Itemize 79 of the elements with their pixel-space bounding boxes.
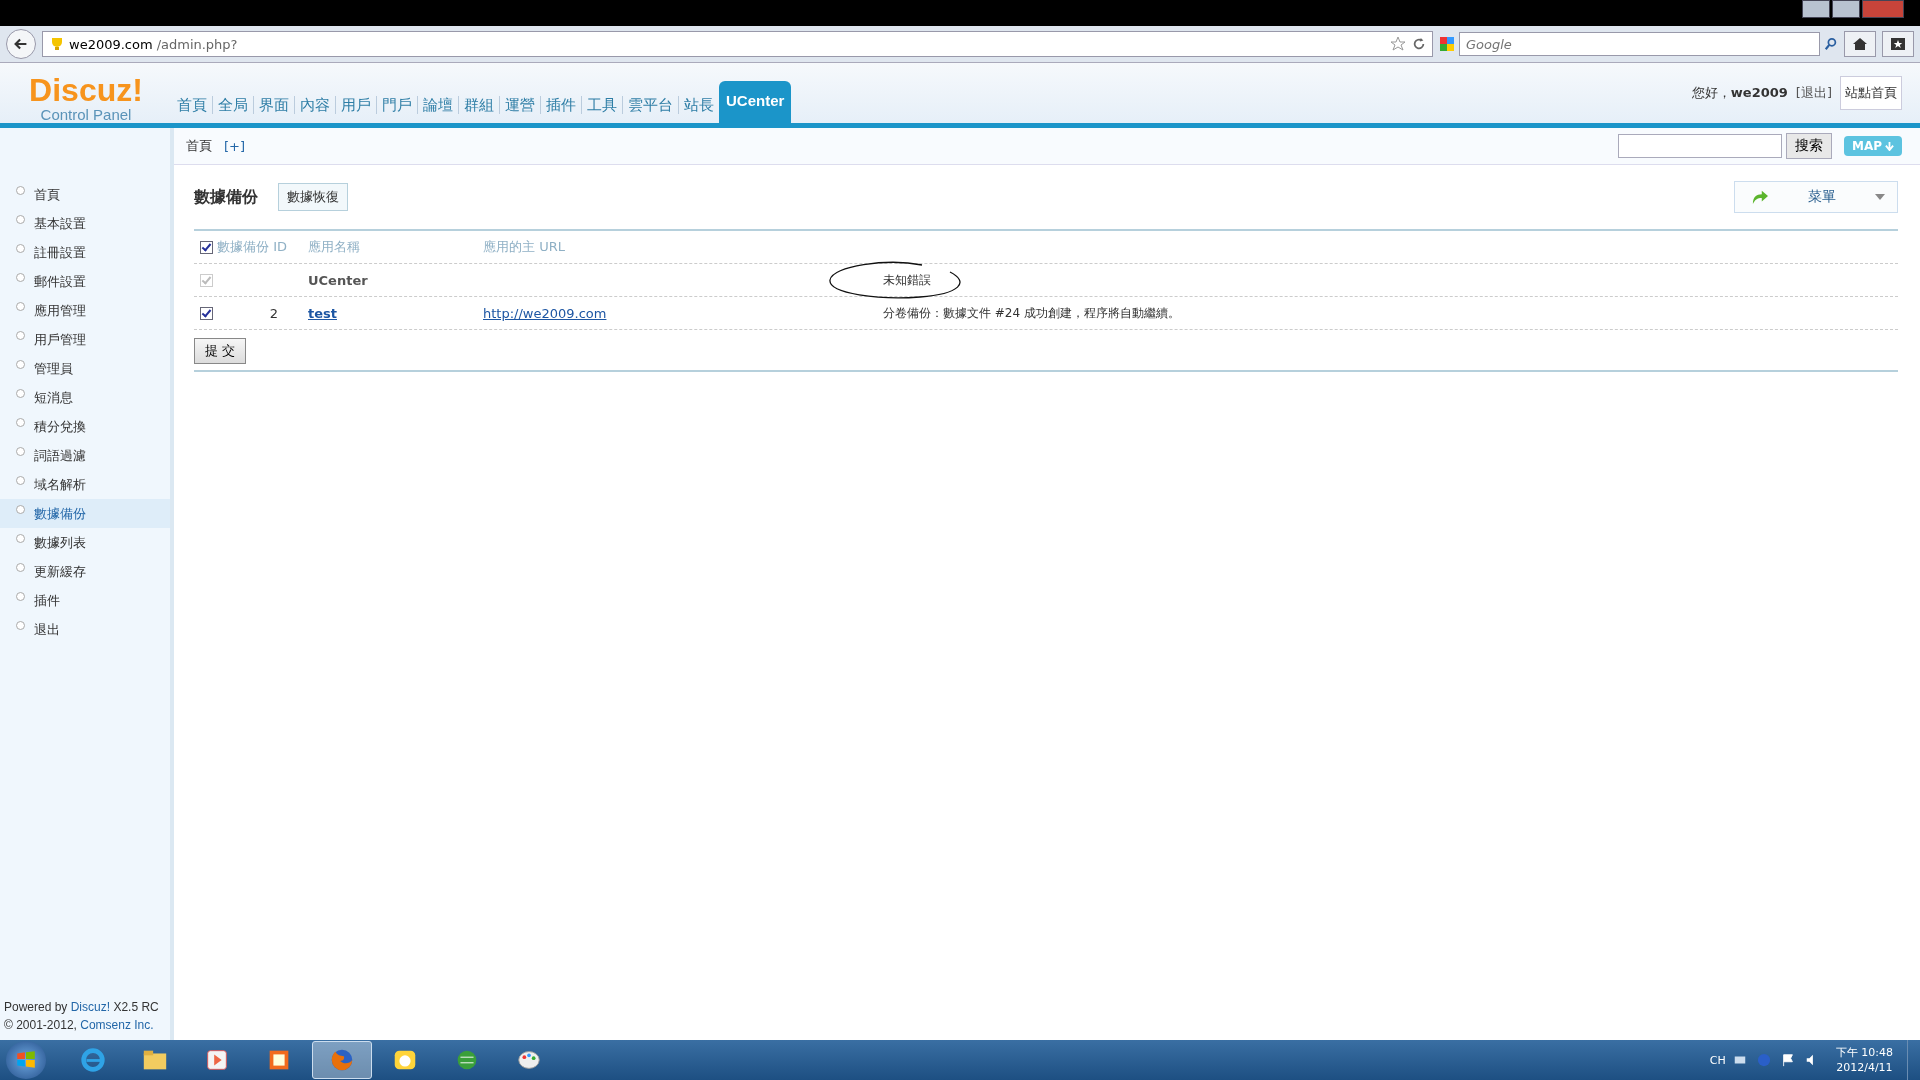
star-icon[interactable] — [1390, 36, 1406, 52]
powered-by-text: Powered by Discuz! X2.5 RC — [4, 999, 160, 1016]
app-url-link[interactable]: http://we2009.com — [483, 305, 607, 321]
down-arrow-icon — [1885, 141, 1894, 151]
caret-icon — [1875, 194, 1885, 200]
nav-tab[interactable]: 論壇 — [418, 87, 458, 123]
nav-tab[interactable]: 站長 — [679, 87, 719, 123]
company-link[interactable]: Comsenz Inc. — [80, 1018, 154, 1032]
sidebar-item[interactable]: 用戶管理 — [0, 325, 170, 354]
nav-tab[interactable]: 內容 — [295, 87, 335, 123]
nav-tab[interactable]: 雲平台 — [623, 87, 678, 123]
start-button[interactable] — [6, 1041, 46, 1079]
sidebar-item[interactable]: 域名解析 — [0, 470, 170, 499]
reload-icon[interactable] — [1412, 37, 1426, 51]
sidebar-item[interactable]: 更新緩存 — [0, 557, 170, 586]
column-header: 應用的主 URL — [483, 238, 566, 256]
search-input[interactable] — [1617, 134, 1782, 158]
clock[interactable]: 下午 10:48 2012/4/11 — [1835, 1045, 1893, 1075]
trophy-icon — [49, 36, 65, 52]
browser-e-icon — [79, 1046, 107, 1074]
restore-tab[interactable]: 數據恢復 — [278, 183, 348, 211]
nav-tab[interactable]: 全局 — [213, 87, 253, 123]
app-name: UCenter — [308, 272, 368, 288]
sidebar-item[interactable]: 積分兌換 — [0, 412, 170, 441]
nav-tab[interactable]: 首頁 — [172, 87, 212, 123]
address-bar[interactable]: we2009.com /admin.php? — [42, 31, 1433, 57]
logo-subtitle: Control Panel — [40, 105, 132, 123]
status-message: 分卷備份：數據文件 #24 成功創建，程序將自動繼續。 — [883, 305, 1180, 320]
greeting: 您好，we2009 — [1691, 84, 1788, 102]
add-shortcut-link[interactable]: [+] — [224, 138, 246, 154]
search-field[interactable]: Google — [1459, 32, 1820, 56]
back-button[interactable] — [6, 29, 36, 59]
nav-tab[interactable]: 運營 — [500, 87, 540, 123]
sidebar-item[interactable]: 短消息 — [0, 383, 170, 412]
logo-title: Discuz! — [29, 73, 143, 106]
sidebar-item[interactable]: 郵件設置 — [0, 267, 170, 296]
submit-button[interactable]: 提 交 — [194, 338, 247, 364]
home-button[interactable] — [1844, 31, 1876, 57]
menu-dropdown[interactable]: 菜單 — [1734, 181, 1898, 213]
bookmarks-button[interactable] — [1882, 31, 1914, 57]
curved-arrow-icon — [1751, 189, 1769, 205]
sidebar-item[interactable]: 數據列表 — [0, 528, 170, 557]
column-header: 數據備份 ID — [217, 238, 287, 256]
sidebar-item[interactable]: 管理員 — [0, 354, 170, 383]
house-icon — [1852, 36, 1868, 52]
sidebar-item[interactable]: 退出 — [0, 615, 170, 644]
app-name-link[interactable]: test — [308, 305, 337, 321]
sidebar-item[interactable]: 數據備份 — [0, 499, 170, 528]
language-indicator[interactable]: CH — [1709, 1053, 1726, 1067]
status-message: 未知錯誤 — [883, 272, 931, 287]
search-button[interactable]: 搜索 — [1785, 133, 1832, 159]
breadcrumb-link[interactable]: 首頁 — [186, 137, 212, 155]
sidebar-item[interactable]: 應用管理 — [0, 296, 170, 325]
nav-tab[interactable]: 群組 — [459, 87, 499, 123]
logout-link[interactable]: [退出] — [1795, 84, 1832, 102]
nav-tab[interactable]: 插件 — [541, 87, 581, 123]
nav-tab[interactable]: 界面 — [254, 87, 294, 123]
restore-button[interactable] — [1832, 0, 1860, 18]
column-header: 應用名稱 — [308, 238, 361, 256]
sidebar-item[interactable]: 基本設置 — [0, 209, 170, 238]
row-checkbox[interactable] — [200, 306, 213, 320]
discuz-link[interactable]: Discuz! — [70, 1000, 111, 1014]
site-home-button[interactable]: 站點首頁 — [1840, 76, 1902, 110]
sidebar-item[interactable]: 詞語過濾 — [0, 441, 170, 470]
nav-tab[interactable]: 工具 — [582, 87, 622, 123]
fox-taskbar-button[interactable] — [312, 1041, 372, 1079]
minimize-button[interactable] — [1802, 0, 1830, 18]
page-title: 數據備份 — [194, 186, 258, 208]
copyright-text: © 2001-2012, Comsenz Inc. — [4, 1017, 155, 1034]
nav-tab[interactable]: 門戶 — [377, 87, 417, 123]
backup-id: 2 — [269, 305, 278, 321]
four-panes-icon — [15, 1049, 37, 1071]
sidebar-item[interactable]: 註冊設置 — [0, 238, 170, 267]
nav-tab[interactable]: 用戶 — [336, 87, 376, 123]
select-all-checkbox[interactable] — [200, 240, 213, 254]
flag-icon[interactable] — [1780, 1053, 1795, 1067]
sidebar-item[interactable]: 插件 — [0, 586, 170, 615]
sidebar-item[interactable]: 首頁 — [0, 180, 170, 209]
search-icon[interactable] — [1824, 37, 1838, 51]
